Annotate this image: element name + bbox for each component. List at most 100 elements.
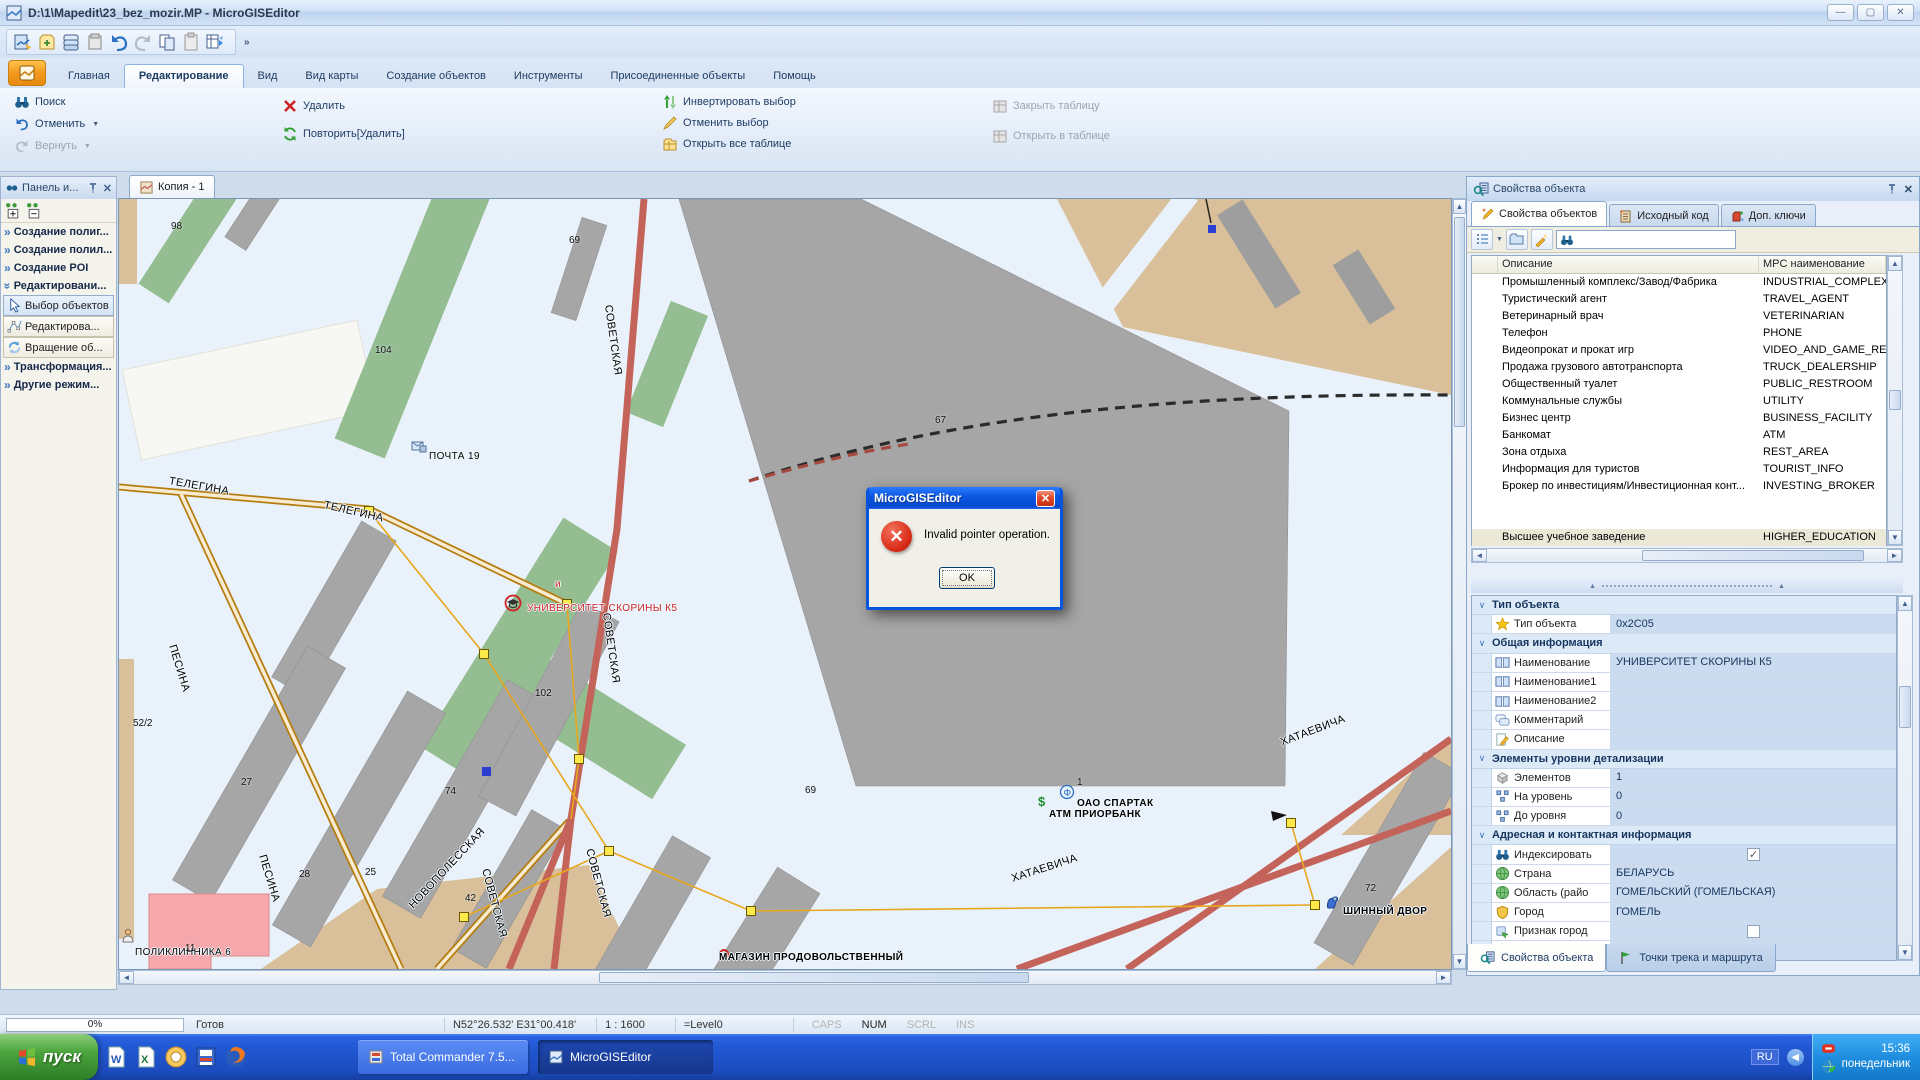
table-header[interactable]: Описание MPC наименование: [1472, 256, 1886, 274]
property-row[interactable]: Индексировать✓: [1472, 845, 1896, 864]
table-row[interactable]: Зона отдыхаREST_AREA: [1472, 444, 1886, 461]
start-button[interactable]: пуск: [0, 1034, 98, 1080]
convert-icon[interactable]: [205, 32, 225, 52]
table-row[interactable]: Видеопрокат и прокат игрVIDEO_AND_GAME_R…: [1472, 342, 1886, 359]
save-icon[interactable]: [61, 32, 81, 52]
panel-group--оздание-полил-[interactable]: »Создание полил...: [1, 241, 116, 259]
properties-panel-header[interactable]: Свойства объекта ✕: [1467, 177, 1919, 201]
word-quicklaunch-icon[interactable]: W: [104, 1045, 128, 1069]
table-row[interactable]: Информация для туристовTOURIST_INFO: [1472, 461, 1886, 478]
property-row[interactable]: Область (райоГОМЕЛЬСКИЙ (ГОМЕЛЬСКАЯ): [1472, 884, 1896, 903]
property-value[interactable]: ГОМЕЛЬСКИЙ (ГОМЕЛЬСКАЯ): [1611, 884, 1896, 902]
property-row[interactable]: Элементов1: [1472, 769, 1896, 788]
pin-icon[interactable]: [1886, 183, 1898, 195]
panel-group--оздание-полиг-[interactable]: »Создание полиг...: [1, 223, 116, 241]
list-dropdown-icon[interactable]: ▼: [1496, 236, 1503, 243]
table-row[interactable]: ТелефонPHONE: [1472, 325, 1886, 342]
panel-group--ругие-режим-[interactable]: »Другие режим...: [1, 376, 116, 394]
table-row[interactable]: Общественный туалетPUBLIC_RESTROOM: [1472, 376, 1886, 393]
property-row[interactable]: СтранаБЕЛАРУСЬ: [1472, 865, 1896, 884]
paste-icon[interactable]: [181, 32, 201, 52]
property-value[interactable]: ✓: [1611, 845, 1896, 863]
property-section[interactable]: ∨Общая информация: [1472, 634, 1896, 653]
redo-button[interactable]: Вернуть▼: [14, 138, 91, 154]
table-vertical-scrollbar[interactable]: ▲ ▼: [1887, 255, 1903, 546]
tab-instrumenty[interactable]: Инструменты: [500, 65, 597, 88]
property-value[interactable]: 0: [1611, 788, 1896, 806]
table-row[interactable]: Коммунальные службыUTILITY: [1472, 393, 1886, 410]
repeat-delete-button[interactable]: Повторить[Удалить]: [282, 126, 405, 142]
qat-overflow-button[interactable]: »: [244, 37, 250, 48]
close-panel-icon[interactable]: ✕: [1904, 183, 1913, 196]
excel-quicklaunch-icon[interactable]: X: [134, 1045, 158, 1069]
delete-button[interactable]: Удалить: [282, 98, 345, 114]
property-row[interactable]: До уровня0: [1472, 807, 1896, 826]
taskbar-item-total-commander[interactable]: Total Commander 7.5...: [358, 1040, 528, 1074]
tab-object-properties[interactable]: Свойства объектов: [1471, 201, 1607, 226]
property-value[interactable]: [1611, 692, 1896, 710]
checkbox-checked[interactable]: ✓: [1747, 848, 1760, 861]
panel-group--едактировани-[interactable]: »Редактировани...: [1, 277, 116, 295]
property-row[interactable]: Признак город: [1472, 922, 1896, 941]
checkbox-unchecked[interactable]: [1747, 925, 1760, 938]
tab-sozdanie-obektov[interactable]: Создание объектов: [372, 65, 500, 88]
property-value[interactable]: ГОМЕЛЬ: [1611, 903, 1896, 921]
search-input[interactable]: [1556, 230, 1736, 249]
table-row[interactable]: Промышленный комплекс/Завод/ФабрикаINDUS…: [1472, 274, 1886, 291]
tab-prisoedinennye-obekty[interactable]: Присоединенные объекты: [597, 65, 760, 88]
property-value[interactable]: [1611, 673, 1896, 691]
title-bar[interactable]: D:\1\Mapedit\23_bez_mozir.MP - MicroGISE…: [0, 0, 1920, 26]
taskbar-item-microgiseditor[interactable]: MicroGISEditor: [538, 1040, 713, 1074]
search-button[interactable]: Поиск: [14, 94, 65, 110]
table-row[interactable]: Брокер по инвестициям/Инвестиционная кон…: [1472, 478, 1886, 495]
property-row[interactable]: НаименованиеУНИВЕРСИТЕТ СКОРИНЫ К5: [1472, 654, 1896, 673]
property-section[interactable]: ∨Адресная и контактная информация: [1472, 826, 1896, 845]
property-section[interactable]: ∨Элементы уровни детализации: [1472, 750, 1896, 769]
tray-red-icon[interactable]: [1821, 1041, 1836, 1056]
table-row[interactable]: Продажа грузового автотранспортаTRUCK_DE…: [1472, 359, 1886, 376]
tab-source-code[interactable]: Исходный код: [1609, 204, 1719, 226]
collapse-all-icon[interactable]: [26, 202, 43, 219]
tray-collapse-icon[interactable]: ◀: [1787, 1049, 1804, 1066]
add-file-icon[interactable]: [37, 32, 57, 52]
open-map-icon[interactable]: [13, 32, 33, 52]
language-indicator[interactable]: RU: [1751, 1049, 1779, 1065]
folder-button[interactable]: [1506, 229, 1528, 250]
open-all-tables-button[interactable]: Открыть все таблице: [662, 136, 791, 152]
tab-vid-karty[interactable]: Вид карты: [291, 65, 372, 88]
dialog-title-bar[interactable]: MicroGISEditor ✕: [869, 487, 1060, 509]
bottom-tab-track-points[interactable]: Точки трека и маршрута: [1606, 944, 1775, 972]
tab-redaktirovanie[interactable]: Редактирование: [124, 64, 244, 88]
property-row[interactable]: Наименование1: [1472, 673, 1896, 692]
map-canvas[interactable]: $Ф ТЕЛЕГИНАТЕЛЕГИНАСОВЕТСКАЯСОВЕТСКАЯСОВ…: [118, 198, 1452, 970]
undo-icon[interactable]: [109, 32, 129, 52]
redo-icon[interactable]: [133, 32, 153, 52]
panel-group--оздание-poi[interactable]: »Создание POI: [1, 259, 116, 277]
property-grid-scrollbar[interactable]: ▲ ▼: [1897, 595, 1913, 961]
close-panel-icon[interactable]: ✕: [103, 182, 112, 195]
list-view-button[interactable]: [1471, 229, 1493, 250]
open-in-table-button[interactable]: Открыть в таблице: [992, 128, 1110, 144]
panel-item--ыбор-объектов[interactable]: Выбор объектов: [3, 295, 114, 316]
panel-splitter[interactable]: ▲▲: [1471, 579, 1903, 593]
wand-button[interactable]: [1531, 229, 1553, 250]
totalcmd-quicklaunch-icon[interactable]: [194, 1045, 218, 1069]
panel-item--ращение-об-[interactable]: Вращение об...: [3, 337, 114, 358]
property-value[interactable]: УНИВЕРСИТЕТ СКОРИНЫ К5: [1611, 654, 1896, 672]
invert-selection-button[interactable]: Инвертировать выбор: [662, 94, 796, 110]
close-button[interactable]: ✕: [1887, 4, 1914, 21]
property-value[interactable]: БЕЛАРУСЬ: [1611, 865, 1896, 883]
copy-icon[interactable]: [157, 32, 177, 52]
property-value[interactable]: [1611, 730, 1896, 748]
tab-glavnaya[interactable]: Главная: [54, 65, 124, 88]
property-row[interactable]: Комментарий: [1472, 711, 1896, 730]
firefox-quicklaunch-icon[interactable]: [224, 1045, 248, 1069]
tab-extra-keys[interactable]: Доп. ключи: [1721, 204, 1816, 226]
property-value[interactable]: [1611, 922, 1896, 940]
map-node-blue[interactable]: [482, 767, 491, 776]
map-horizontal-scrollbar[interactable]: ◄ ►: [118, 970, 1452, 985]
tray-antivirus-icon[interactable]: [1821, 1059, 1836, 1074]
dialog-close-button[interactable]: ✕: [1036, 490, 1055, 507]
property-section[interactable]: ∨Тип объекта: [1472, 596, 1896, 615]
property-value[interactable]: 1: [1611, 769, 1896, 787]
